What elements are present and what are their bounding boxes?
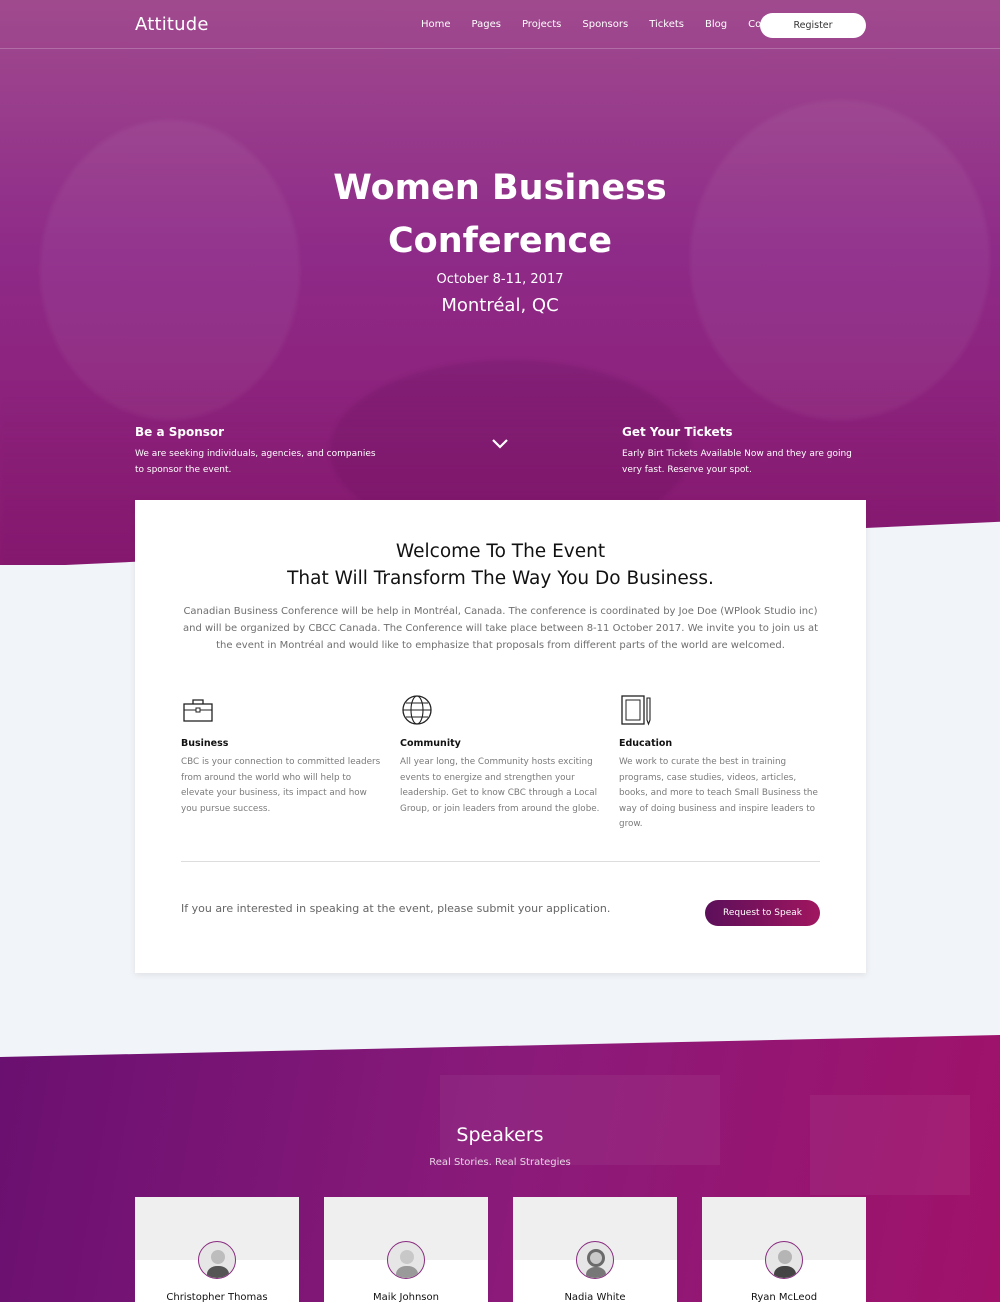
menu-item-tickets[interactable]: Tickets — [649, 19, 684, 30]
sponsor-block: Be a Sponsor We are seeking individuals,… — [135, 425, 385, 478]
speaker-name[interactable]: Ryan McLeod — [702, 1292, 866, 1302]
main-menu: Home Pages Projects Sponsors Tickets Blo… — [421, 19, 808, 30]
welcome-card: Welcome To The Event That Will Transform… — [135, 500, 866, 973]
speaker-card[interactable]: Ryan McLeod — [702, 1197, 866, 1302]
feature-text: We work to curate the best in training p… — [619, 757, 818, 830]
hero-title-line2: Conference — [387, 221, 612, 261]
tickets-block: Get Your Tickets Early Birt Tickets Avai… — [622, 425, 872, 478]
briefcase-icon — [183, 699, 213, 722]
feature-community: Community All year long, the Community h… — [400, 694, 600, 817]
hero-title-line1: Women Business — [333, 168, 667, 208]
speakers-subtitle: Real Stories. Real Strategies — [429, 1157, 571, 1168]
site-logo[interactable]: Attitude — [135, 14, 209, 35]
request-to-speak-button[interactable]: Request to Speak — [705, 900, 820, 926]
welcome-title-line1: Welcome To The Event — [395, 541, 606, 562]
avatar — [198, 1241, 236, 1279]
feature-title: Education — [619, 738, 673, 749]
speakers-title: Speakers — [456, 1124, 544, 1146]
sponsor-title[interactable]: Be a Sponsor — [135, 425, 385, 439]
hero-location: Montréal, QC — [441, 295, 559, 316]
speaker-card[interactable]: Nadia White — [513, 1197, 677, 1302]
globe-icon — [402, 695, 432, 725]
avatar — [765, 1241, 803, 1279]
feature-education: Education We work to curate the best in … — [619, 694, 819, 833]
tickets-title[interactable]: Get Your Tickets — [622, 425, 872, 439]
welcome-intro: Canadian Business Conference will be hel… — [182, 606, 819, 651]
welcome-title: Welcome To The Event That Will Transform… — [135, 538, 866, 592]
menu-item-projects[interactable]: Projects — [522, 19, 561, 30]
menu-item-pages[interactable]: Pages — [472, 19, 501, 30]
avatar — [387, 1241, 425, 1279]
hero-title: Women Business Conference — [250, 162, 750, 268]
speakers-background-shape — [440, 1075, 720, 1165]
sponsor-text: We are seeking individuals, agencies, an… — [135, 449, 376, 475]
tickets-text: Early Birt Tickets Available Now and the… — [622, 449, 852, 475]
feature-title: Community — [400, 738, 461, 749]
speaker-name[interactable]: Christopher Thomas — [135, 1292, 299, 1302]
top-nav: Attitude Home Pages Projects Sponsors Ti… — [0, 0, 1000, 49]
register-button[interactable]: Register — [760, 13, 866, 38]
menu-item-blog[interactable]: Blog — [705, 19, 727, 30]
notebook-icon — [621, 695, 651, 726]
chevron-down-icon[interactable] — [490, 436, 510, 452]
divider — [181, 861, 820, 862]
speaker-card[interactable]: Christopher Thomas — [135, 1197, 299, 1302]
avatar — [576, 1241, 614, 1279]
feature-text: CBC is your connection to committed lead… — [181, 757, 381, 814]
menu-item-sponsors[interactable]: Sponsors — [582, 19, 628, 30]
speaker-card[interactable]: Maik Johnson — [324, 1197, 488, 1302]
hero-date: October 8-11, 2017 — [436, 272, 564, 287]
speak-prompt: If you are interested in speaking at the… — [181, 902, 611, 915]
menu-item-home[interactable]: Home — [421, 19, 451, 30]
speakers-background-shape — [810, 1095, 970, 1195]
feature-business: Business CBC is your connection to commi… — [181, 694, 381, 817]
speaker-name[interactable]: Nadia White — [513, 1292, 677, 1302]
speaker-name[interactable]: Maik Johnson — [324, 1292, 488, 1302]
hero-section: Attitude Home Pages Projects Sponsors Ti… — [0, 0, 1000, 565]
welcome-title-line2: That Will Transform The Way You Do Busin… — [287, 568, 714, 589]
feature-text: All year long, the Community hosts excit… — [400, 757, 600, 814]
feature-title: Business — [181, 738, 229, 749]
